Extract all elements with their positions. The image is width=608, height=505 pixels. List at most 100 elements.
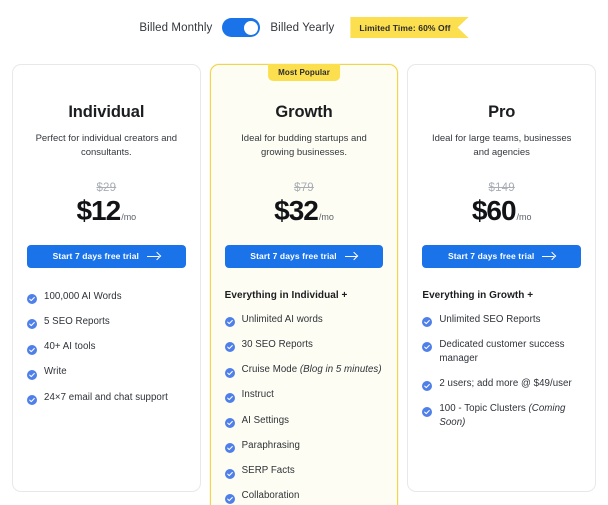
feature-label: 30 SEO Reports xyxy=(242,338,313,352)
feature-item: SERP Facts xyxy=(224,464,384,479)
price-block: $29 $12/mo xyxy=(27,182,186,225)
feature-label: Paraphrasing xyxy=(242,439,300,453)
feature-label: 5 SEO Reports xyxy=(44,315,110,329)
feature-item: 2 users; add more @ $49/user xyxy=(422,377,581,392)
plan-name: Individual xyxy=(68,103,145,121)
price-period: /mo xyxy=(121,211,137,222)
feature-text: SERP Facts xyxy=(241,465,295,477)
feature-label: 2 users; add more @ $49/user xyxy=(439,377,571,391)
feature-label: 40+ AI tools xyxy=(44,340,96,354)
pricing-card-growth: Most Popular Growth Ideal for budding star… xyxy=(209,64,399,505)
current-price: $32 xyxy=(274,194,319,226)
feature-text: Unlimited AI words xyxy=(241,313,323,325)
feature-label: SERP Facts xyxy=(242,464,295,478)
original-price: $149 xyxy=(488,181,515,194)
feature-text: 2 users; add more @ $49/user xyxy=(439,377,572,389)
check-circle-icon xyxy=(27,367,37,380)
check-circle-icon xyxy=(27,291,37,305)
feature-item: Paraphrasing xyxy=(224,439,384,454)
feature-label: Instruct xyxy=(242,388,274,402)
feature-text: Instruct xyxy=(241,389,274,401)
check-circle-icon xyxy=(224,415,235,429)
features-list: Everything in Growth + Unlimited SEO Repo… xyxy=(422,290,581,430)
current-price-row: $32/mo xyxy=(225,194,384,226)
billed-monthly-label[interactable]: Billed Monthly xyxy=(139,22,212,34)
feature-text: Collaboration xyxy=(241,490,300,502)
feature-label: Unlimited AI words xyxy=(242,313,323,327)
feature-item: 30 SEO Reports xyxy=(224,338,384,353)
plan-name: Pro xyxy=(488,103,516,121)
feature-text: 100 - Topic Clusters xyxy=(439,403,526,415)
check-circle-icon xyxy=(27,392,37,406)
billed-yearly-label[interactable]: Billed Yearly xyxy=(270,22,334,34)
pricing-card-individual: Individual Perfect for individual creator… xyxy=(12,64,201,492)
check-circle-icon xyxy=(224,365,235,378)
features-list: Everything in Individual + Unlimited AI w… xyxy=(224,290,384,505)
feature-label: 100,000 AI Words xyxy=(44,290,122,304)
feature-item: Unlimited AI words xyxy=(224,313,384,328)
check-circle-icon xyxy=(422,404,433,417)
feature-item: 5 SEO Reports xyxy=(27,315,186,330)
cta-label: Start 7 days free trial xyxy=(250,251,337,262)
price-period: /mo xyxy=(516,211,532,222)
plan-name: Growth xyxy=(275,103,333,121)
cta-label: Start 7 days free trial xyxy=(52,251,140,262)
current-price-row: $12/mo xyxy=(27,196,186,225)
feature-text: Paraphrasing xyxy=(241,439,300,451)
check-circle-icon xyxy=(224,491,235,504)
feature-text: Cruise Mode xyxy=(241,364,298,376)
feature-label: 100 - Topic Clusters (Coming Soon) xyxy=(439,402,581,430)
feature-label: Write xyxy=(44,365,67,379)
feature-text: 100,000 AI Words xyxy=(44,290,122,302)
start-free-trial-button[interactable]: Start 7 days free trial xyxy=(422,244,582,268)
pricing-card-pro: Pro Ideal for large teams, businesses and… xyxy=(407,64,597,492)
feature-item: 40+ AI tools xyxy=(27,340,186,355)
check-circle-icon xyxy=(224,339,235,353)
check-circle-icon xyxy=(27,316,37,330)
feature-item: 24×7 email and chat support xyxy=(27,391,186,406)
check-circle-icon xyxy=(224,466,235,479)
plan-description: Ideal for budding startups and growing b… xyxy=(241,133,367,158)
plan-description: Ideal for large teams, businesses and ag… xyxy=(431,133,572,158)
arrow-right-icon xyxy=(542,252,555,261)
feature-item: Instruct xyxy=(224,388,384,403)
most-popular-badge: Most Popular xyxy=(268,64,340,81)
feature-item: AI Settings xyxy=(224,414,384,429)
arrow-right-icon xyxy=(147,252,160,261)
billing-toggle-bar: Billed Monthly Billed Yearly Limited Tim… xyxy=(0,17,608,38)
check-circle-icon xyxy=(224,314,235,328)
check-circle-icon xyxy=(422,378,433,392)
feature-note: (Blog in 5 minutes) xyxy=(299,364,382,376)
feature-text: 24×7 email and chat support xyxy=(44,391,168,403)
arrow-right-icon xyxy=(344,252,358,261)
feature-label: Collaboration xyxy=(242,489,300,503)
feature-label: 24×7 email and chat support xyxy=(44,391,168,405)
price-period: /mo xyxy=(318,211,334,222)
check-circle-icon xyxy=(224,440,235,454)
cta-label: Start 7 days free trial xyxy=(447,251,535,262)
feature-text: 30 SEO Reports xyxy=(241,338,313,350)
feature-label: Unlimited SEO Reports xyxy=(439,313,540,327)
billing-period-toggle[interactable] xyxy=(222,18,261,37)
features-list: 100,000 AI Words 5 SEO Reports 40+ AI tool… xyxy=(27,290,186,406)
original-price: $79 xyxy=(294,181,314,194)
limited-time-promo-badge: Limited Time: 60% Off xyxy=(350,17,468,38)
feature-text: 5 SEO Reports xyxy=(44,315,110,327)
original-price: $29 xyxy=(96,181,117,194)
feature-item: Write xyxy=(27,365,186,380)
feature-text: Write xyxy=(44,366,67,378)
check-circle-icon xyxy=(422,339,433,353)
check-circle-icon xyxy=(224,390,235,403)
current-price: $60 xyxy=(471,194,517,226)
features-heading: Everything in Growth + xyxy=(422,289,534,301)
check-circle-icon xyxy=(27,342,37,355)
feature-item: Collaboration xyxy=(224,489,384,504)
feature-label: Cruise Mode (Blog in 5 minutes) xyxy=(242,363,382,377)
price-block: $79 $32/mo xyxy=(225,182,384,225)
pricing-cards-row: Individual Perfect for individual creator… xyxy=(12,64,597,505)
feature-item: Unlimited SEO Reports xyxy=(422,313,581,328)
start-free-trial-button[interactable]: Start 7 days free trial xyxy=(27,244,186,268)
start-free-trial-button[interactable]: Start 7 days free trial xyxy=(224,244,384,268)
feature-label: AI Settings xyxy=(242,414,289,428)
feature-text: AI Settings xyxy=(241,414,290,426)
